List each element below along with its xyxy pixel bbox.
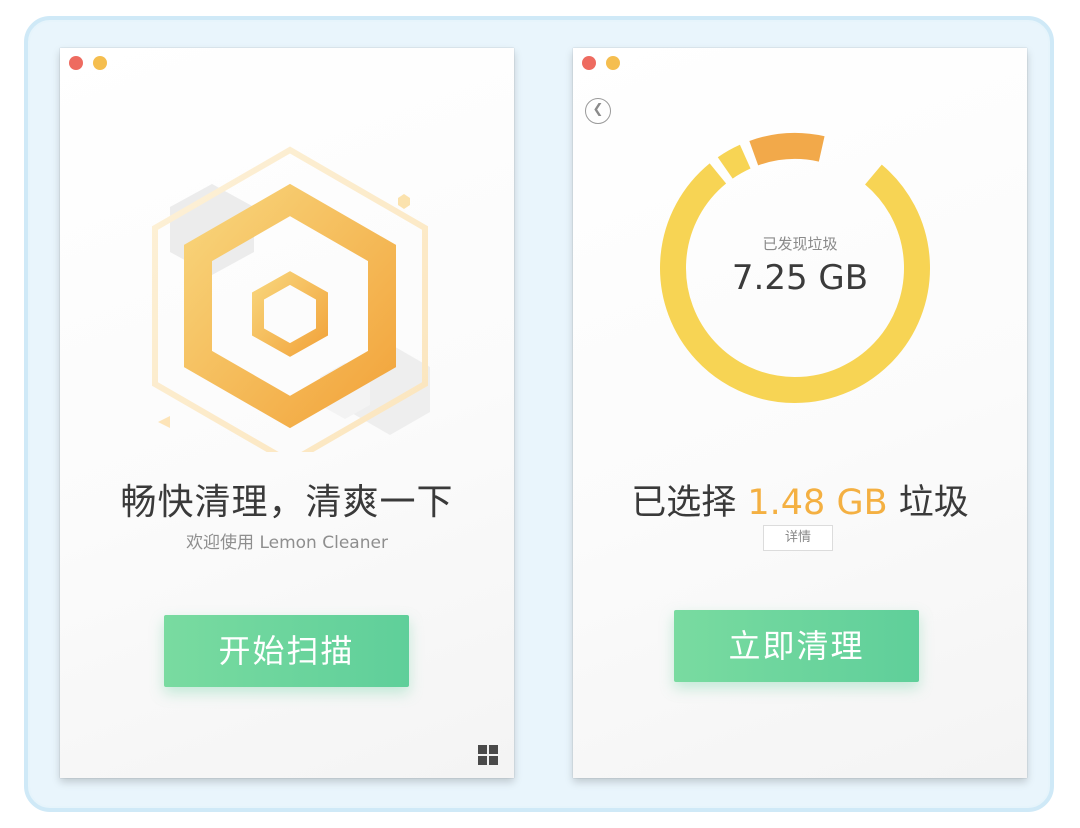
clean-now-button[interactable]: 立即清理 [674, 610, 919, 682]
start-scan-button[interactable]: 开始扫描 [164, 615, 409, 687]
close-window-button[interactable] [69, 56, 83, 70]
selected-junk-summary: 已选择 1.48 GB 垃圾 [573, 474, 1027, 525]
welcome-subtitle: 欢迎使用 Lemon Cleaner [186, 533, 388, 553]
details-button[interactable]: 详情 [763, 525, 833, 551]
close-window-button[interactable] [582, 56, 596, 70]
selected-suffix: 垃圾 [898, 483, 969, 523]
back-chevron-icon[interactable]: ❮ [585, 98, 611, 124]
selected-amount: 1.48 GB [747, 483, 888, 523]
minimize-window-button[interactable] [606, 56, 620, 70]
ring-segment [717, 144, 751, 179]
slogan-heading: 畅快清理，清爽一下 [120, 482, 454, 523]
lemon-hexagon-logo-icon [152, 146, 430, 452]
ring-segment [749, 133, 825, 166]
found-junk-size: 7.25 GB [731, 258, 869, 298]
scan-result-window: ❮ 已发现垃圾 7.25 GB 已选择 1.48 GB 垃圾 详情 立即清理 [573, 48, 1027, 778]
selected-prefix: 已选择 [631, 483, 737, 523]
found-junk-label: 已发现垃圾 [762, 235, 838, 253]
welcome-window: 畅快清理，清爽一下 欢迎使用 Lemon Cleaner 开始扫描 [60, 48, 514, 778]
minimize-window-button[interactable] [93, 56, 107, 70]
grid-menu-icon[interactable] [478, 745, 498, 765]
